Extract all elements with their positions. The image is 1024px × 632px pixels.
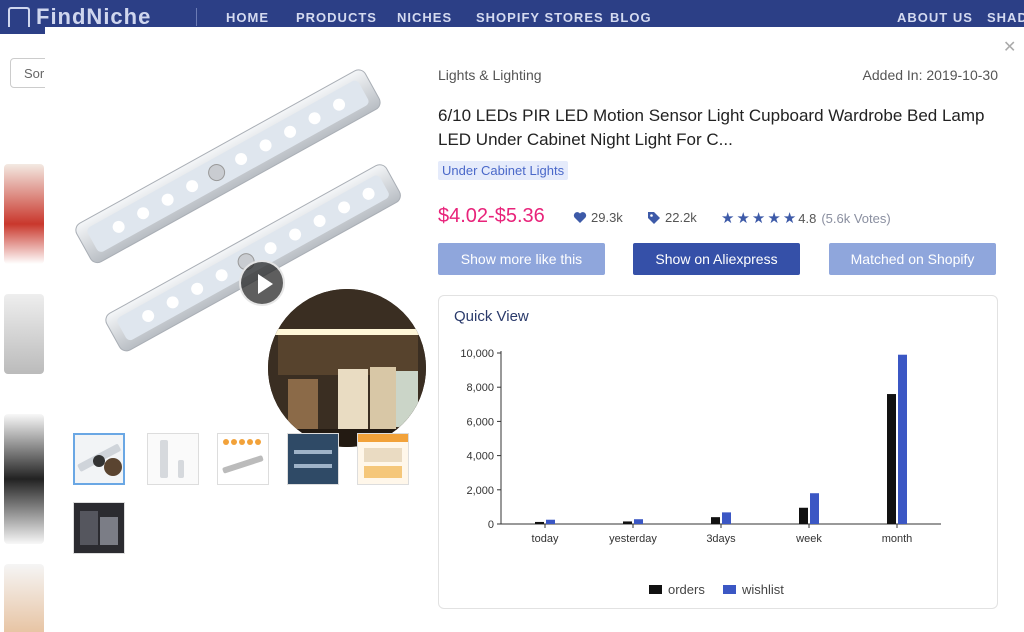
heart-icon — [573, 212, 587, 223]
x-tick-label: month — [882, 533, 913, 545]
background-product-thumb — [4, 414, 44, 544]
background-product-list — [0, 34, 46, 632]
bar-orders-today[interactable] — [535, 521, 544, 524]
sort-dropdown[interactable]: Sor — [10, 58, 50, 88]
product-price: $4.02-$5.36 — [438, 205, 545, 227]
bar-wishlist-week[interactable] — [810, 493, 819, 524]
rating-value: 4.8 — [798, 210, 817, 226]
play-video-icon[interactable] — [239, 260, 285, 306]
votes-count: (5.6k Votes) — [821, 210, 891, 226]
x-tick-label: today — [532, 533, 559, 545]
bar-wishlist-3days[interactable] — [722, 512, 731, 524]
star-icon: ★ — [751, 210, 766, 227]
bar-orders-month[interactable] — [887, 394, 896, 524]
nav-shopify-stores[interactable]: SHOPIFY STORES — [476, 10, 604, 25]
bar-wishlist-yesterday[interactable] — [634, 519, 643, 524]
legend-orders: orders — [649, 582, 705, 597]
added-date: Added In: 2019-10-30 — [862, 67, 998, 83]
logo-icon — [8, 7, 30, 27]
background-product-thumb — [4, 564, 44, 632]
thumbnail-5[interactable] — [357, 433, 409, 485]
y-tick-label: 4,000 — [466, 451, 494, 463]
thumbnail-3[interactable] — [217, 433, 269, 485]
matched-on-shopify-button[interactable]: Matched on Shopify — [829, 243, 996, 275]
y-tick-label: 6,000 — [466, 416, 494, 428]
show-on-aliexpress-button[interactable]: Show on Aliexpress — [633, 243, 800, 275]
nav-shadow[interactable]: SHAD — [987, 10, 1024, 25]
nav-products[interactable]: PRODUCTS — [296, 10, 377, 25]
legend-wishlist: wishlist — [723, 582, 784, 597]
nav-blog[interactable]: BLOG — [610, 10, 652, 25]
bar-wishlist-today[interactable] — [546, 519, 555, 524]
bar-orders-yesterday[interactable] — [623, 521, 632, 524]
product-main-image[interactable] — [65, 67, 426, 447]
star-icon: ★ — [736, 210, 750, 227]
star-icon: ★ — [782, 210, 797, 227]
product-title: 6/10 LEDs PIR LED Motion Sensor Light Cu… — [438, 106, 985, 149]
bar-orders-3days[interactable] — [711, 517, 720, 524]
x-tick-label: week — [795, 533, 822, 545]
likes-count: 29.3k — [573, 210, 623, 225]
nav-home[interactable]: HOME — [226, 10, 269, 25]
saves-count: 22.2k — [647, 210, 697, 225]
thumbnail-2[interactable] — [147, 433, 199, 485]
star-icon: ★ — [767, 210, 781, 227]
y-tick-label: 0 — [488, 519, 494, 531]
quick-view-panel: Quick View 0 2,000 4,000 6,000 8,000 10,000 to… — [438, 295, 998, 609]
background-product-thumb — [4, 294, 44, 374]
legend-orders-label: orders — [668, 582, 705, 597]
nav-divider — [196, 8, 197, 26]
bar-wishlist-month[interactable] — [898, 354, 907, 524]
product-category[interactable]: Lights & Lighting — [438, 67, 542, 83]
wardrobe-inset-image — [268, 289, 426, 447]
y-tick-label: 8,000 — [466, 382, 494, 394]
wishlist-swatch — [723, 585, 736, 594]
saves-value: 22.2k — [665, 210, 697, 225]
close-icon[interactable]: ✕ — [1003, 37, 1016, 57]
legend-wishlist-label: wishlist — [742, 582, 784, 597]
show-more-like-this-button[interactable]: Show more like this — [438, 243, 605, 275]
background-product-thumb — [4, 164, 44, 264]
product-detail-modal: ✕ Lights & Lighting Added In: 2019-10-30… — [45, 27, 1024, 632]
thumbnail-1[interactable] — [73, 433, 125, 485]
thumbnail-6[interactable] — [73, 502, 125, 554]
thumbnail-4[interactable] — [287, 433, 339, 485]
likes-value: 29.3k — [591, 210, 623, 225]
bar-orders-week[interactable] — [799, 507, 808, 524]
y-tick-label: 2,000 — [466, 485, 494, 497]
rating: ★ ★ ★ ★ ★ 4.8 (5.6k Votes) — [721, 209, 891, 227]
star-icon: ★ — [721, 210, 735, 227]
x-tick-label: 3days — [706, 533, 736, 545]
y-tick-label: 10,000 — [460, 348, 494, 360]
x-tick-label: yesterday — [609, 533, 657, 545]
niche-tag[interactable]: Under Cabinet Lights — [438, 161, 569, 180]
nav-about-us[interactable]: ABOUT US — [897, 10, 973, 25]
quick-view-chart: 0 2,000 4,000 6,000 8,000 10,000 today yesterda… — [460, 348, 941, 545]
orders-swatch — [649, 585, 662, 594]
nav-niches[interactable]: NICHES — [397, 10, 452, 25]
tag-icon — [648, 211, 660, 224]
